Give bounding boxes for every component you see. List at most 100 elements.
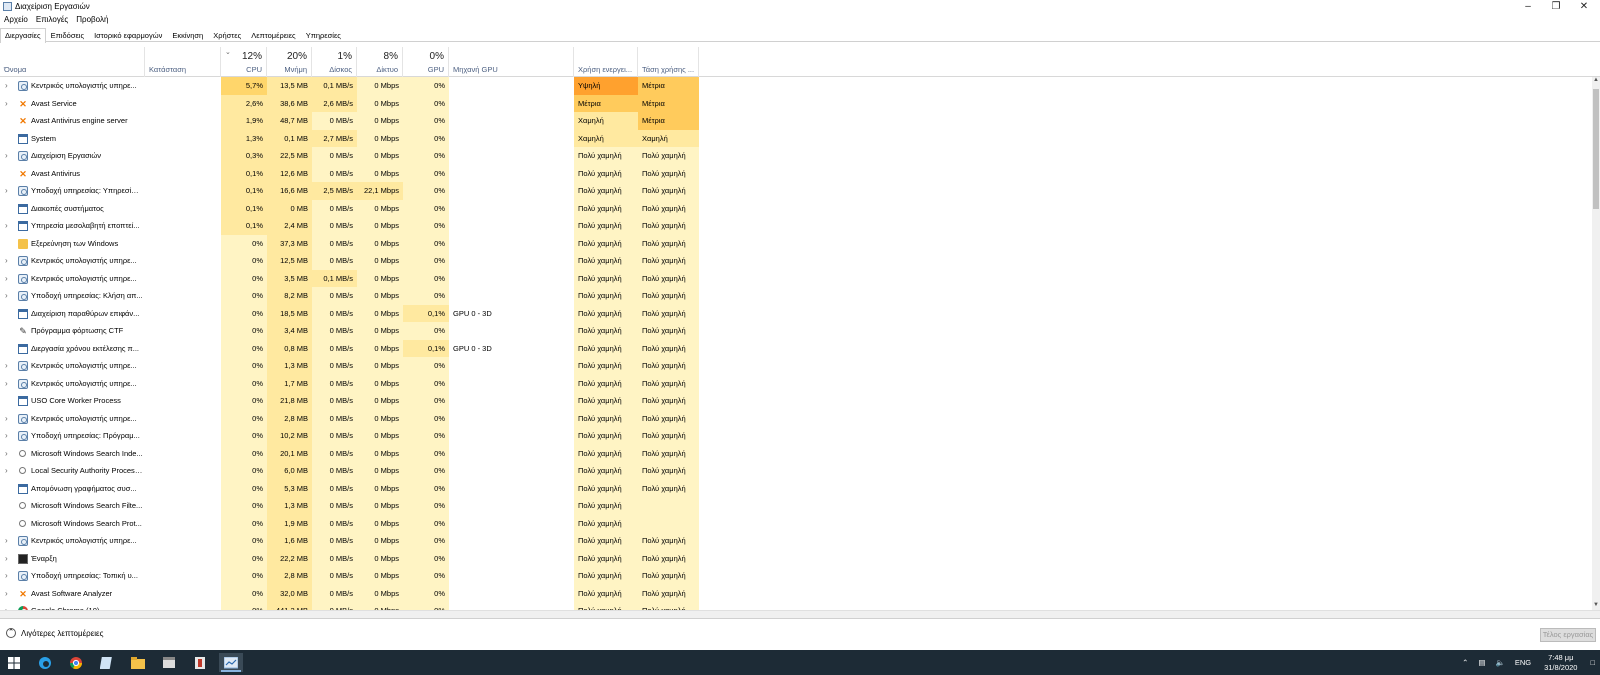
process-row[interactable]: › ✕ Avast Service 2,6% 38,6 MB 2,6 MB/s 0 Mbps…: [0, 94, 1592, 113]
tab-processes[interactable]: Διεργασίες: [0, 28, 46, 43]
network-icon[interactable]: ▤: [1478, 658, 1485, 667]
expand-chevron-icon[interactable]: ›: [5, 375, 13, 393]
column-header-power-usage[interactable]: Χρήση ενεργει...: [574, 47, 638, 77]
process-row[interactable]: › Υποδοχή υπηρεσίας: Πρόγραμ... 0% 10,2 MB 0…: [0, 427, 1592, 445]
process-row[interactable]: › Local Security Authority Process... 0% 6,…: [0, 462, 1592, 480]
process-row[interactable]: › Κεντρικός υπολογιστής υπηρε... 0% 12,5 MB…: [0, 252, 1592, 270]
menu-options[interactable]: Επιλογές: [32, 14, 72, 26]
column-header-disk[interactable]: 1% Δίσκος: [312, 47, 357, 77]
process-cpu: 0%: [221, 444, 267, 462]
scroll-down-icon[interactable]: ▼: [1592, 602, 1600, 610]
end-task-button[interactable]: Τέλος εργασίας: [1540, 628, 1596, 642]
expand-chevron-icon[interactable]: ›: [5, 217, 13, 235]
tab-services[interactable]: Υπηρεσίες: [301, 28, 346, 41]
clock[interactable]: 7:48 μμ 31/8/2020: [1544, 653, 1577, 673]
tab-app-history[interactable]: Ιστορικό εφαρμογών: [89, 28, 167, 41]
taskbar-edge[interactable]: [33, 653, 57, 672]
process-row[interactable]: › ✕ Avast Software Analyzer 0% 32,0 MB 0 MB/s…: [0, 584, 1592, 603]
column-header-status[interactable]: Κατάσταση: [145, 47, 221, 77]
process-row[interactable]: Διαχείριση παραθύρων επιφάν... 0% 18,5 MB 0…: [0, 304, 1592, 322]
tab-performance[interactable]: Επιδόσεις: [46, 28, 89, 41]
expand-chevron-icon[interactable]: ›: [5, 252, 13, 270]
process-row[interactable]: Απομόνωση γραφήματος συσ... 0% 5,3 MB 0 MB/…: [0, 479, 1592, 497]
expand-chevron-icon[interactable]: ›: [5, 77, 13, 95]
taskbar-file-explorer[interactable]: [126, 653, 150, 672]
taskbar-task-manager[interactable]: [219, 653, 243, 672]
process-row[interactable]: › Έναρξη 0% 22,2 MB 0 MB/s 0 Mbps 0% Πολύ χαμηλ…: [0, 549, 1592, 568]
process-row[interactable]: › Κεντρικός υπολογιστής υπηρε... 0% 3,5 MB 0…: [0, 269, 1592, 288]
expand-chevron-icon[interactable]: ›: [5, 287, 13, 305]
minimize-button[interactable]: –: [1514, 0, 1542, 13]
process-memory: 10,2 MB: [267, 427, 312, 445]
expand-chevron-icon[interactable]: ›: [5, 602, 13, 610]
process-row[interactable]: › Κεντρικός υπολογιστής υπηρε... 5,7% 13,5 …: [0, 77, 1592, 95]
process-row[interactable]: › Κεντρικός υπολογιστής υπηρε... 0% 2,8 MB 0…: [0, 409, 1592, 428]
taskbar-chrome[interactable]: [64, 653, 88, 672]
expand-chevron-icon[interactable]: ›: [5, 585, 13, 603]
column-header-memory[interactable]: 20% Μνήμη: [267, 47, 312, 77]
horizontal-scrollbar[interactable]: [0, 610, 1600, 618]
process-row[interactable]: › Κεντρικός υπολογιστής υπηρε... 0% 1,3 MB 0…: [0, 357, 1592, 375]
expand-chevron-icon[interactable]: ›: [5, 567, 13, 585]
scroll-up-icon[interactable]: ▲: [1592, 77, 1600, 85]
start-button[interactable]: [2, 653, 26, 672]
process-power-trend: Μέτρια: [638, 94, 699, 112]
expand-chevron-icon[interactable]: ›: [5, 147, 13, 165]
menu-file[interactable]: Αρχείο: [0, 14, 32, 26]
column-header-name[interactable]: Όνομα: [0, 47, 145, 77]
process-row[interactable]: Microsoft Windows Search Prot... 0% 1,9 MB…: [0, 514, 1592, 532]
process-power-usage: Πολύ χαμηλή: [574, 304, 638, 322]
chevron-up-icon[interactable]: ⌃: [1462, 658, 1468, 667]
restore-button[interactable]: ❐: [1542, 0, 1570, 13]
expand-chevron-icon[interactable]: ›: [5, 182, 13, 200]
expand-chevron-icon[interactable]: ›: [5, 270, 13, 288]
process-row[interactable]: Διεργασία χρόνου εκτέλεσης π... 0% 0,8 MB 0…: [0, 339, 1592, 357]
tab-startup[interactable]: Εκκίνηση: [167, 28, 208, 41]
window-icon: [18, 483, 28, 494]
process-row[interactable]: › Υπηρεσία μεσολαβητή εποπτεί... 0,1% 2,4 M…: [0, 217, 1592, 235]
expand-chevron-icon[interactable]: ›: [5, 410, 13, 428]
column-header-network[interactable]: 8% Δίκτυο: [357, 47, 403, 77]
process-row[interactable]: › Κεντρικός υπολογιστής υπηρε... 0% 1,6 MB 0…: [0, 532, 1592, 550]
process-row[interactable]: › Υποδοχή υπηρεσίας: Υπηρεσία ... 0,1% 16,6…: [0, 182, 1592, 200]
vertical-scrollbar[interactable]: ▲ ▼: [1592, 77, 1600, 610]
notification-icon[interactable]: □: [1590, 658, 1595, 667]
process-power-usage: Πολύ χαμηλή: [574, 427, 638, 445]
taskbar-notepad[interactable]: [95, 653, 119, 672]
process-row[interactable]: › Υποδοχή υπηρεσίας: Τοπική υ... 0% 2,8 MB 0…: [0, 567, 1592, 585]
taskbar-media[interactable]: [157, 653, 181, 672]
column-label-disk: Δίσκος: [329, 65, 352, 74]
expand-chevron-icon[interactable]: ›: [5, 532, 13, 550]
process-row[interactable]: › Υποδοχή υπηρεσίας: Κλήση απ... 0% 8,2 MB 0…: [0, 287, 1592, 305]
process-row[interactable]: ✎ Πρόγραμμα φόρτωσης CTF 0% 3,4 MB 0 MB/s 0 M…: [0, 322, 1592, 340]
process-row[interactable]: ›Google Chrome (10)0%441,2 MB0 MB/s0 Mbp…: [0, 602, 1592, 610]
process-row[interactable]: › Διαχείριση Εργασιών 0,3% 22,5 MB 0 MB/s 0 M…: [0, 147, 1592, 165]
expand-chevron-icon[interactable]: ›: [5, 462, 13, 480]
tab-users[interactable]: Χρήστες: [208, 28, 246, 41]
expand-chevron-icon[interactable]: ›: [5, 95, 13, 113]
expand-chevron-icon[interactable]: ›: [5, 427, 13, 445]
close-button[interactable]: ✕: [1570, 0, 1598, 13]
process-row[interactable]: Διακοπές συστήματος 0,1% 0 MB 0 MB/s 0 Mbps 0…: [0, 199, 1592, 217]
fewer-details-button[interactable]: ⌃ Λιγότερες λεπτομέρειες: [6, 628, 103, 638]
process-row[interactable]: ✕ Avast Antivirus engine server 1,9% 48,7 M…: [0, 112, 1592, 130]
process-row[interactable]: Microsoft Windows Search Filte... 0% 1,3 M…: [0, 497, 1592, 515]
tab-details[interactable]: Λεπτομέρειες: [246, 28, 300, 41]
scrollbar-thumb[interactable]: [1593, 89, 1599, 209]
menu-view[interactable]: Προβολή: [72, 14, 112, 26]
taskbar-app[interactable]: [188, 653, 212, 672]
column-header-gpu-engine[interactable]: Μηχανή GPU: [449, 47, 574, 77]
process-row[interactable]: › Κεντρικός υπολογιστής υπηρε... 0% 1,7 MB 0…: [0, 374, 1592, 393]
language-indicator[interactable]: ENG: [1515, 658, 1531, 667]
process-row[interactable]: › Microsoft Windows Search Inde... 0% 20,1 …: [0, 444, 1592, 463]
process-row[interactable]: Εξερεύνηση των Windows 0% 37,3 MB 0 MB/s 0 M…: [0, 234, 1592, 252]
process-row[interactable]: ✕ Avast Antivirus 0,1% 12,6 MB 0 MB/s 0 Mbps 0…: [0, 164, 1592, 182]
column-header-power-trend[interactable]: Τάση χρήσης ...: [638, 47, 699, 77]
process-row[interactable]: USO Core Worker Process 0% 21,8 MB 0 MB/s 0 …: [0, 392, 1592, 410]
process-row[interactable]: System 1,3% 0,1 MB 2,7 MB/s 0 Mbps 0% Χαμηλή Χα…: [0, 129, 1592, 147]
expand-chevron-icon[interactable]: ›: [5, 445, 13, 463]
column-header-gpu[interactable]: 0% GPU: [403, 47, 449, 77]
expand-chevron-icon[interactable]: ›: [5, 550, 13, 568]
expand-chevron-icon[interactable]: ›: [5, 357, 13, 375]
volume-icon[interactable]: 🔈: [1495, 658, 1504, 667]
